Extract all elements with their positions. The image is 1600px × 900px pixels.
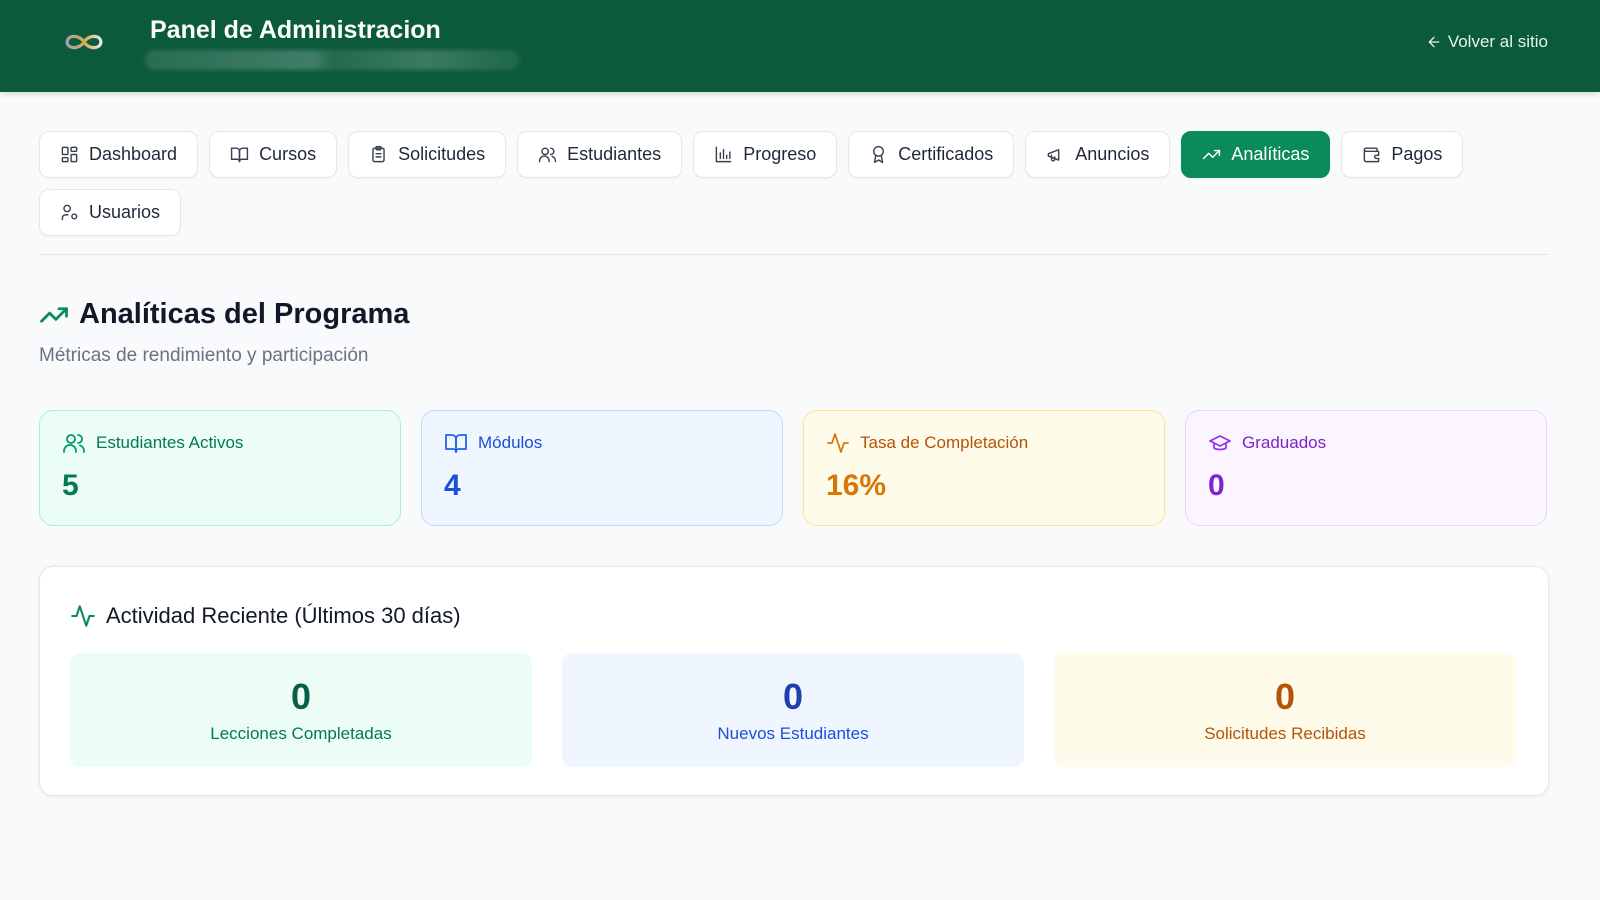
back-to-site-link[interactable]: Volver al sitio bbox=[1426, 32, 1548, 52]
users-icon bbox=[538, 147, 557, 163]
recent-activity-title: Actividad Reciente (Últimos 30 días) bbox=[70, 603, 461, 629]
tab-estudiantes[interactable]: Estudiantes bbox=[517, 131, 683, 178]
activity-solicitudes-recibidas: 0 Solicitudes Recibidas bbox=[1054, 653, 1516, 767]
tab-anuncios[interactable]: Anuncios bbox=[1025, 131, 1171, 178]
tab-label: Certificados bbox=[898, 144, 994, 164]
tab-label: Analíticas bbox=[1231, 144, 1310, 164]
stat-value: 4 bbox=[444, 469, 461, 502]
activity-value: 0 bbox=[1274, 676, 1296, 717]
stat-card-estudiantes-activos: Estudiantes Activos 5 bbox=[39, 410, 401, 526]
top-header: Panel de Administracion Volver al sitio bbox=[0, 0, 1600, 92]
trending-up-icon bbox=[40, 306, 68, 323]
activity-metrics: 0 Lecciones Completadas 0 Nuevos Estudia… bbox=[70, 653, 1516, 767]
stat-label: Estudiantes Activos bbox=[96, 433, 244, 452]
page-subtitle: Métricas de rendimiento y participación bbox=[39, 345, 369, 366]
tab-label: Progreso bbox=[743, 144, 817, 164]
activity-icon bbox=[71, 605, 95, 627]
tab-label: Anuncios bbox=[1075, 144, 1150, 164]
admin-nav-tabs: Dashboard Cursos Solicitudes Estudiantes… bbox=[39, 131, 1549, 236]
book-open-icon bbox=[445, 434, 467, 453]
award-icon bbox=[873, 145, 885, 164]
tab-label: Usuarios bbox=[89, 202, 161, 222]
users-icon bbox=[63, 434, 85, 453]
bar-chart-icon bbox=[715, 146, 732, 163]
back-link-label: Volver al sitio bbox=[1447, 32, 1548, 51]
tab-cursos[interactable]: Cursos bbox=[209, 131, 338, 178]
book-open-icon bbox=[230, 147, 249, 163]
activity-nuevos-estudiantes: 0 Nuevos Estudiantes bbox=[562, 653, 1024, 767]
tab-pagos[interactable]: Pagos bbox=[1341, 131, 1464, 178]
activity-label: Lecciones Completadas bbox=[210, 724, 392, 743]
tab-label: Pagos bbox=[1391, 144, 1443, 164]
activity-icon bbox=[827, 433, 849, 453]
blurred-subtitle bbox=[145, 50, 520, 70]
tab-label: Cursos bbox=[259, 144, 317, 164]
activity-label: Solicitudes Recibidas bbox=[1204, 724, 1366, 743]
layout-grid-icon bbox=[61, 146, 78, 163]
stat-label: Tasa de Completación bbox=[860, 433, 1029, 452]
arrow-left-icon bbox=[1428, 36, 1440, 48]
infinity-logo-icon bbox=[65, 34, 103, 50]
app-title: Panel de Administracion bbox=[150, 16, 441, 44]
activity-value: 0 bbox=[782, 676, 804, 717]
tab-certificados[interactable]: Certificados bbox=[848, 131, 1015, 178]
tab-progreso[interactable]: Progreso bbox=[693, 131, 838, 178]
recent-activity-card: Actividad Reciente (Últimos 30 días) 0 L… bbox=[39, 566, 1549, 796]
stat-card-tasa-completacion: Tasa de Completación 16% bbox=[803, 410, 1165, 526]
trending-up-icon bbox=[1203, 149, 1221, 160]
tab-label: Estudiantes bbox=[567, 144, 662, 164]
page-title: Analíticas del Programa bbox=[39, 298, 409, 331]
stats-row: Estudiantes Activos 5 Módulos 4 Tasa de … bbox=[39, 410, 1549, 526]
stat-label: Módulos bbox=[478, 433, 543, 452]
tab-solicitudes[interactable]: Solicitudes bbox=[348, 131, 507, 178]
wallet-icon bbox=[1364, 147, 1380, 163]
megaphone-icon bbox=[1047, 149, 1060, 162]
user-cog-icon bbox=[61, 204, 78, 221]
page-title-text: Analíticas del Programa bbox=[79, 298, 410, 330]
recent-activity-title-text: Actividad Reciente (Últimos 30 días) bbox=[106, 603, 461, 628]
clipboard-list-icon bbox=[372, 145, 385, 163]
graduation-cap-icon bbox=[1209, 435, 1231, 451]
tabs-divider bbox=[39, 254, 1549, 255]
activity-lecciones-completadas: 0 Lecciones Completadas bbox=[70, 653, 532, 767]
stat-card-graduados: Graduados 0 bbox=[1185, 410, 1547, 526]
activity-value: 0 bbox=[290, 676, 312, 717]
tab-analiticas[interactable]: Analíticas bbox=[1181, 131, 1331, 178]
stat-card-modulos: Módulos 4 bbox=[421, 410, 783, 526]
activity-label: Nuevos Estudiantes bbox=[717, 724, 869, 743]
tab-label: Dashboard bbox=[89, 144, 178, 164]
stat-value: 16% bbox=[826, 469, 887, 502]
tab-dashboard[interactable]: Dashboard bbox=[39, 131, 199, 178]
stat-value: 0 bbox=[1208, 469, 1225, 502]
stat-value: 5 bbox=[62, 469, 79, 502]
tab-usuarios[interactable]: Usuarios bbox=[39, 189, 182, 236]
stat-label: Graduados bbox=[1242, 433, 1327, 452]
tab-label: Solicitudes bbox=[398, 144, 486, 164]
